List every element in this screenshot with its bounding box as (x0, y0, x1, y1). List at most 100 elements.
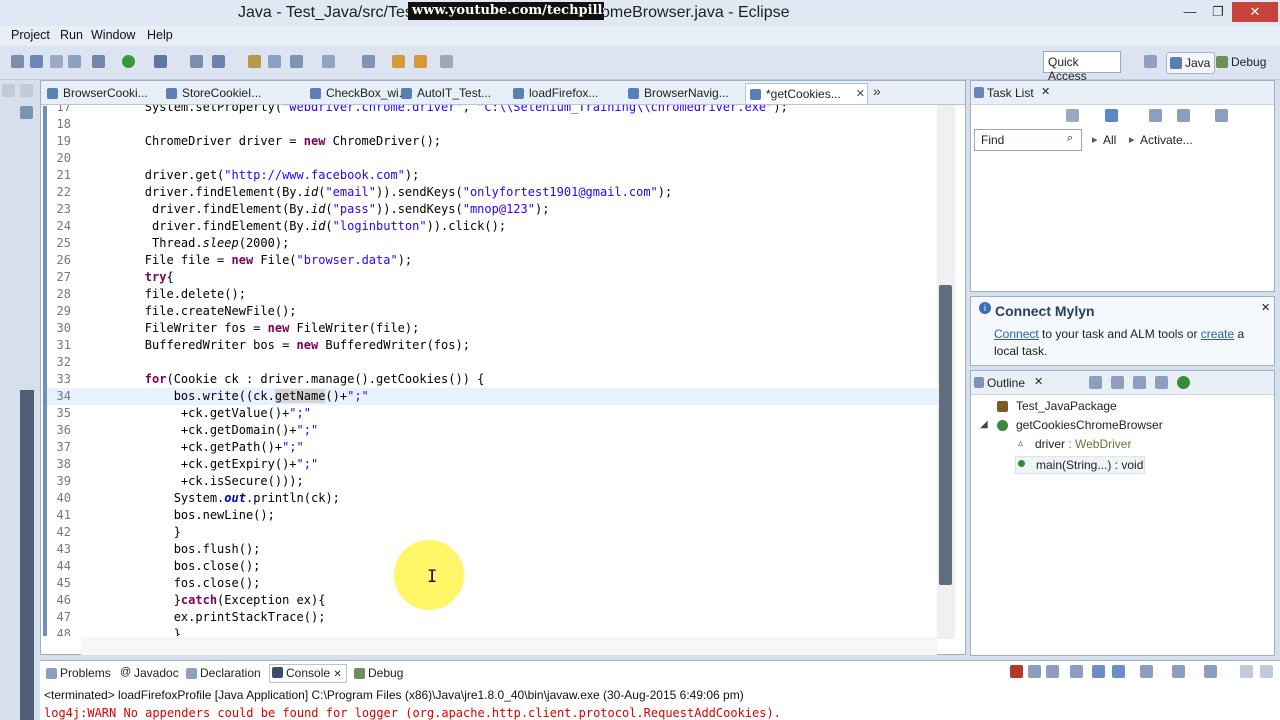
code-line[interactable]: 26 File file = new File("browser.data"); (47, 252, 947, 269)
perspective-java-button[interactable]: Java (1166, 52, 1216, 74)
debug-icon[interactable] (92, 55, 105, 68)
pin-editor-icon[interactable] (440, 55, 453, 68)
code-area[interactable]: 17 System.setProperty("webdriver.chrome.… (47, 105, 947, 636)
code-line[interactable]: 20 (47, 150, 947, 167)
remove-all-icon[interactable] (1046, 665, 1059, 678)
annotation-icon[interactable] (322, 55, 335, 68)
scroll-lock-icon[interactable] (1092, 665, 1105, 678)
external-tools-icon[interactable] (154, 55, 167, 68)
code-line[interactable]: 36 +ck.getDomain()+";" (47, 422, 947, 439)
code-line[interactable]: 33 for(Cookie ck : driver.manage().getCo… (47, 371, 947, 388)
outline-method-row[interactable]: main(String...) : void (1015, 456, 1145, 474)
editor-tab-browsercookie[interactable]: BrowserCooki... (43, 83, 147, 104)
restore-view-icon[interactable] (2, 84, 15, 97)
code-text[interactable]: File file = new File("browser.data"); (87, 252, 412, 269)
skip-breakpoints-icon[interactable] (68, 55, 81, 68)
code-text[interactable]: bos.flush(); (87, 541, 261, 558)
debug-tab[interactable]: Debug (352, 666, 403, 680)
code-line[interactable]: 34 bos.write((ck.getName()+";" (47, 388, 947, 405)
editor-tab-getcookies[interactable]: *getCookies... ✕ (745, 83, 868, 104)
editor-tab-checkbox[interactable]: CheckBox_wi... (306, 83, 410, 104)
vertical-scroll-thumb[interactable] (939, 285, 952, 585)
code-text[interactable]: for(Cookie ck : driver.manage().getCooki… (87, 371, 485, 388)
open-task-icon[interactable] (268, 55, 281, 68)
clear-console-icon[interactable] (1070, 665, 1083, 678)
code-text[interactable]: +ck.getExpiry()+";" (87, 456, 318, 473)
hide-static-icon[interactable] (1155, 376, 1168, 389)
editor-horizontal-scrollbar[interactable] (81, 637, 937, 655)
run-icon[interactable] (122, 55, 135, 68)
terminate-icon[interactable] (1010, 665, 1023, 678)
code-text[interactable]: bos.write((ck.getName()+";" (87, 388, 369, 405)
connect-link[interactable]: Connect (994, 327, 1039, 341)
close-mylyn-icon[interactable]: ✕ (1261, 301, 1270, 314)
quick-access-input[interactable]: Quick Access (1043, 51, 1121, 83)
minimize-console-icon[interactable] (1240, 665, 1253, 678)
code-line[interactable]: 22 driver.findElement(By.id("email")).se… (47, 184, 947, 201)
code-text[interactable]: FileWriter fos = new FileWriter(file); (87, 320, 420, 337)
next-annotation-icon[interactable] (362, 55, 375, 68)
editor-tab-autoit[interactable]: AutoIT_Test... (397, 83, 497, 104)
task-find-input[interactable]: Find (974, 129, 1082, 151)
code-text[interactable]: BufferedWriter bos = new BufferedWriter(… (87, 337, 470, 354)
code-line[interactable]: 19 ChromeDriver driver = new ChromeDrive… (47, 133, 947, 150)
code-text[interactable]: driver.findElement(By.id("email")).sendK… (87, 184, 672, 201)
code-line[interactable]: 46 }catch(Exception ex){ (47, 592, 947, 609)
code-text[interactable]: driver.get("http://www.facebook.com"); (87, 167, 420, 184)
code-line[interactable]: 35 +ck.getValue()+";" (47, 405, 947, 422)
perspective-debug-button[interactable]: Debug (1213, 52, 1270, 74)
open-console-icon[interactable] (1204, 665, 1217, 678)
code-text[interactable]: driver.findElement(By.id("loginbutton"))… (87, 218, 506, 235)
declaration-tab[interactable]: Declaration (184, 666, 261, 680)
remove-launch-icon[interactable] (1028, 665, 1041, 678)
code-text[interactable]: bos.close(); (87, 558, 261, 575)
close-window-button[interactable]: ✕ (1232, 2, 1278, 22)
code-line[interactable]: 40 System.out.println(ck); (47, 490, 947, 507)
code-text[interactable]: bos.newLine(); (87, 507, 275, 524)
minimize-button[interactable]: — (1176, 2, 1204, 22)
code-text[interactable]: }catch(Exception ex){ (87, 592, 326, 609)
code-text[interactable]: System.setProperty("webdriver.chrome.dri… (87, 105, 788, 116)
menu-run[interactable]: Run (60, 28, 83, 42)
task-list-title[interactable]: Task List (987, 86, 1034, 100)
collapse-all-icon[interactable] (1089, 376, 1102, 389)
code-line[interactable]: 42 } (47, 524, 947, 541)
scheduled-icon[interactable] (1149, 109, 1162, 122)
code-line[interactable]: 24 driver.findElement(By.id("loginbutton… (47, 218, 947, 235)
code-text[interactable]: System.out.println(ck); (87, 490, 340, 507)
code-text[interactable]: } (87, 524, 181, 541)
code-line[interactable]: 41 bos.newLine(); (47, 507, 947, 524)
code-text[interactable]: +ck.getValue()+";" (87, 405, 311, 422)
new-java-project-icon[interactable] (190, 55, 203, 68)
code-line[interactable]: 28 file.delete(); (47, 286, 947, 303)
code-text[interactable]: fos.close(); (87, 575, 261, 592)
menu-project[interactable]: Project (11, 28, 50, 42)
open-perspective-icon[interactable] (1144, 55, 1157, 68)
close-task-list-icon[interactable]: ✕ (1041, 85, 1050, 98)
code-line[interactable]: 31 BufferedWriter bos = new BufferedWrit… (47, 337, 947, 354)
outline-title[interactable]: Outline (987, 376, 1025, 390)
code-line[interactable]: 43 bos.flush(); (47, 541, 947, 558)
code-line[interactable]: 29 file.createNewFile(); (47, 303, 947, 320)
code-line[interactable]: 25 Thread.sleep(2000); (47, 235, 947, 252)
pin-console-icon[interactable] (1140, 665, 1153, 678)
outline-class[interactable]: getCookiesChromeBrowser (1016, 418, 1163, 432)
close-tab-icon[interactable]: ✕ (856, 87, 865, 100)
code-text[interactable]: +ck.isSecure())); (87, 473, 304, 490)
menu-help[interactable]: Help (147, 28, 173, 42)
open-type-icon[interactable] (248, 55, 261, 68)
maximize-button[interactable]: ❐ (1204, 2, 1232, 22)
editor-tab-browsernavigation[interactable]: BrowserNavig... (624, 83, 734, 104)
create-link[interactable]: create (1201, 327, 1234, 341)
outline-field[interactable]: driver : WebDriver (1035, 437, 1131, 451)
code-line[interactable]: 45 fos.close(); (47, 575, 947, 592)
new-file-icon[interactable] (11, 55, 24, 68)
new-package-icon[interactable] (212, 55, 225, 68)
hide-completed-icon[interactable] (1177, 109, 1190, 122)
code-text[interactable]: Thread.sleep(2000); (87, 235, 289, 252)
menu-window[interactable]: Window (91, 28, 135, 42)
editor-tab-loadfirefox[interactable]: loadFirefox... (509, 83, 613, 104)
close-console-icon[interactable]: ✕ (333, 669, 341, 680)
maximize-console-icon[interactable] (1260, 665, 1273, 678)
code-text[interactable]: file.createNewFile(); (87, 303, 297, 320)
